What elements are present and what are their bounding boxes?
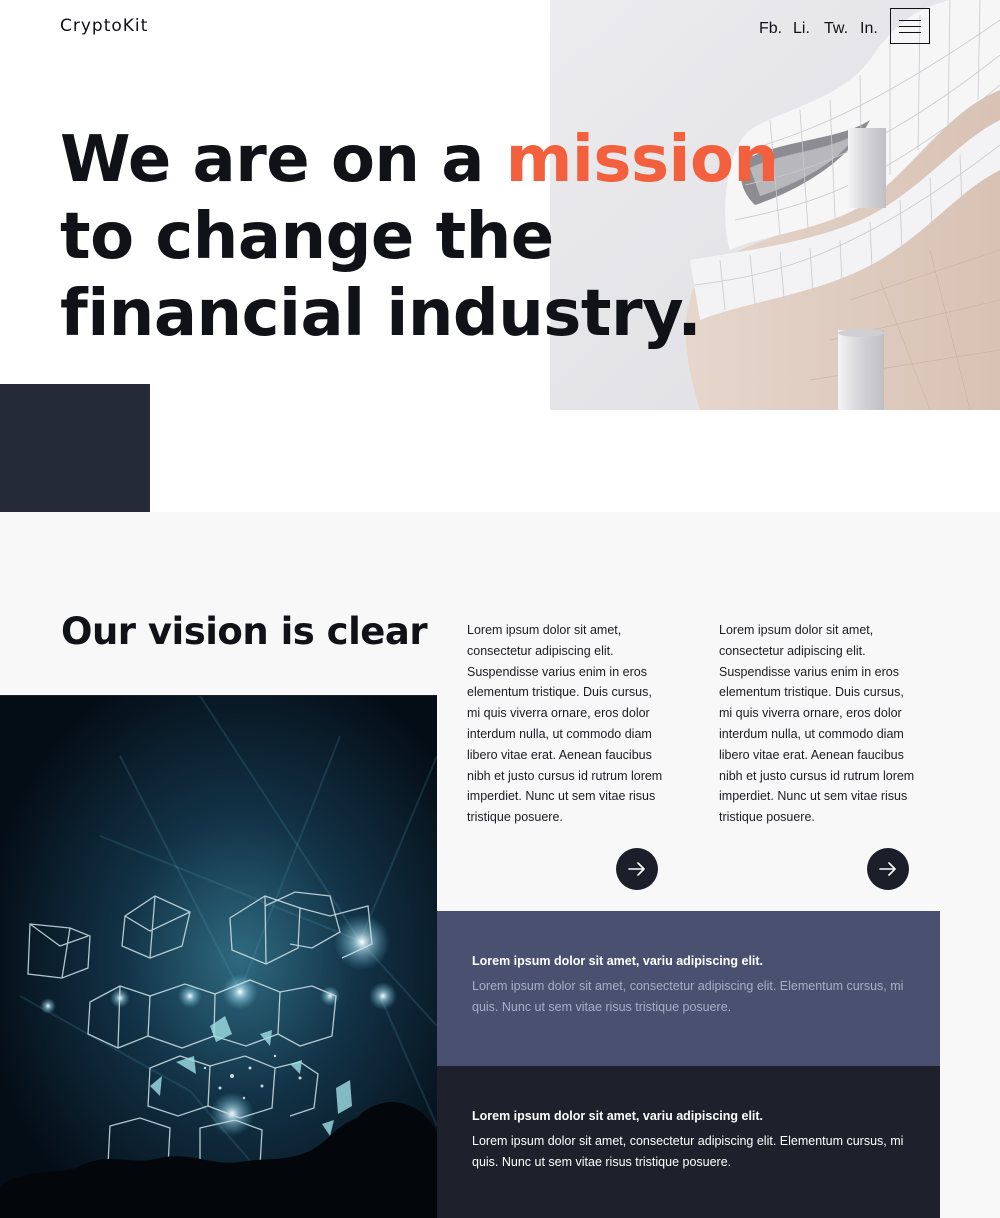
hamburger-icon-line <box>899 31 921 33</box>
feature-panel-2: Lorem ipsum dolor sit amet, variu adipis… <box>437 1066 940 1218</box>
social-link-linkedin[interactable]: Li. <box>793 20 810 38</box>
hamburger-icon <box>899 19 921 21</box>
arrow-right-icon <box>879 862 896 876</box>
headline-part-1: We are on a <box>60 123 506 197</box>
decorative-navy-block <box>0 384 150 512</box>
headline-part-2: to change the financial industry. <box>60 200 702 351</box>
social-link-instagram[interactable]: In. <box>860 20 878 38</box>
feature-panel-1: Lorem ipsum dolor sit amet, variu adipis… <box>437 911 940 1066</box>
vision-arrow-button-2[interactable] <box>867 848 909 890</box>
hero-section: CryptoKit Fb. Li. Tw. In. We are on a mi… <box>0 0 1000 512</box>
vision-column-text-1: Lorem ipsum dolor sit amet, consectetur … <box>467 623 663 825</box>
feature-panel-body: Lorem ipsum dolor sit amet, consectetur … <box>472 979 904 1014</box>
social-link-facebook[interactable]: Fb. <box>759 20 782 38</box>
vision-title: Our vision is clear <box>61 610 428 653</box>
hero-headline: We are on a mission to change the financ… <box>60 122 780 353</box>
feature-panel-body: Lorem ipsum dolor sit amet, consectetur … <box>472 1134 904 1169</box>
social-link-twitter[interactable]: Tw. <box>824 20 848 38</box>
menu-button[interactable] <box>890 8 930 44</box>
feature-panel-title: Lorem ipsum dolor sit amet, variu adipis… <box>472 1109 764 1123</box>
vision-column-text-2: Lorem ipsum dolor sit amet, consectetur … <box>719 623 915 825</box>
hamburger-icon-line <box>899 25 921 27</box>
brand-logo[interactable]: CryptoKit <box>60 16 148 36</box>
arrow-right-icon <box>628 862 645 876</box>
feature-panel-title: Lorem ipsum dolor sit amet, variu adipis… <box>472 954 764 968</box>
vision-arrow-button-1[interactable] <box>616 848 658 890</box>
vision-section: Our vision is clear Lorem ipsum dolor si… <box>0 512 1000 1218</box>
headline-accent: mission <box>505 123 779 197</box>
concert-image <box>0 695 437 1218</box>
